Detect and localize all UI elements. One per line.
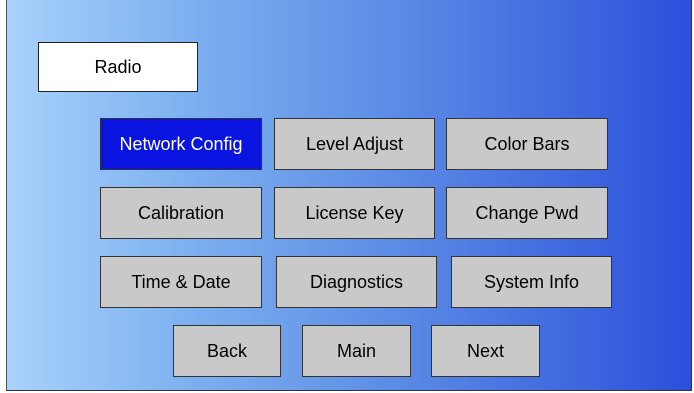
page-title: Radio [38, 42, 198, 92]
level-adjust-button[interactable]: Level Adjust [274, 118, 435, 170]
radio-config-screen: Radio Network Config Level Adjust Color … [6, 0, 692, 391]
next-button[interactable]: Next [431, 325, 540, 377]
diagnostics-button[interactable]: Diagnostics [276, 256, 437, 308]
color-bars-button[interactable]: Color Bars [446, 118, 608, 170]
time-date-button[interactable]: Time & Date [100, 256, 262, 308]
network-config-button[interactable]: Network Config [100, 118, 262, 170]
calibration-button[interactable]: Calibration [100, 187, 262, 239]
main-button[interactable]: Main [302, 325, 411, 377]
back-button[interactable]: Back [173, 325, 281, 377]
system-info-button[interactable]: System Info [451, 256, 612, 308]
license-key-button[interactable]: License Key [274, 187, 435, 239]
change-pwd-button[interactable]: Change Pwd [446, 187, 608, 239]
